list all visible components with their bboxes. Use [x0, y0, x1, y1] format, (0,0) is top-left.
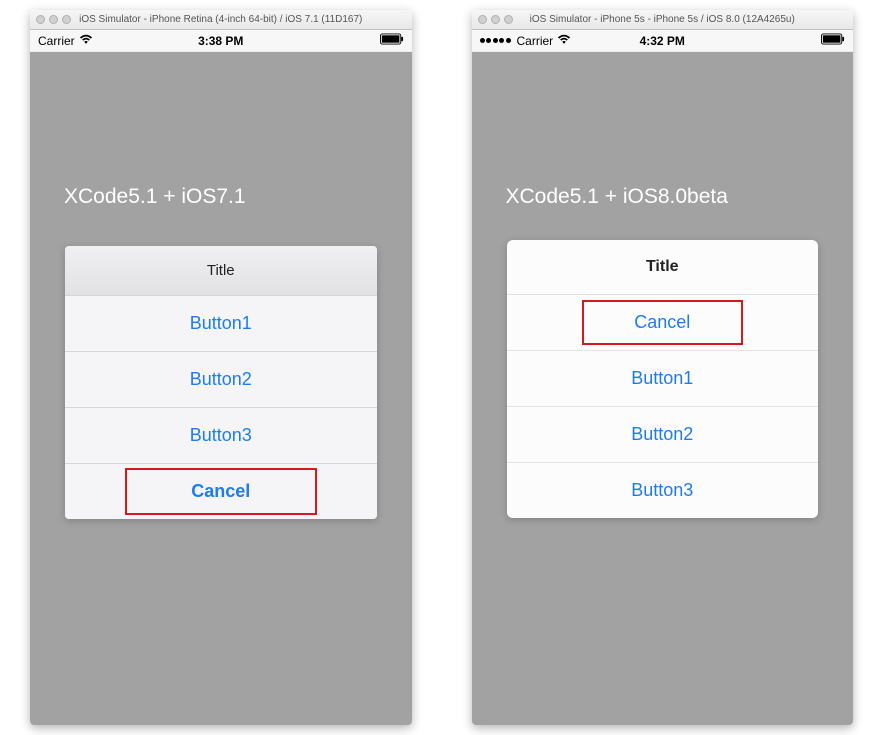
sheet-button-1[interactable]: Button1: [65, 296, 377, 352]
time-label: 3:38 PM: [198, 34, 243, 48]
carrier-label: Carrier: [517, 34, 554, 48]
carrier-label: Carrier: [38, 34, 75, 48]
close-window-button[interactable]: [36, 15, 45, 24]
status-right: [821, 33, 845, 48]
traffic-lights[interactable]: [36, 15, 71, 24]
minimize-window-button[interactable]: [49, 15, 58, 24]
zoom-window-button[interactable]: [504, 15, 513, 24]
simulator-window-ios8: iOS Simulator - iPhone 5s - iPhone 5s / …: [472, 10, 854, 725]
sheet-button-3[interactable]: Button3: [65, 408, 377, 464]
status-bar: Carrier 4:32 PM: [472, 30, 854, 52]
action-sheet: Title Cancel Button1 Button2 Button3: [507, 240, 819, 518]
window-title: iOS Simulator - iPhone 5s - iPhone 5s / …: [530, 14, 795, 25]
sheet-button-1[interactable]: Button1: [507, 351, 819, 407]
phone-screen: Carrier 3:38 PM XCode5.1 + iOS7.1 Title …: [30, 30, 412, 725]
cancel-label: Cancel: [634, 312, 690, 332]
status-left: Carrier: [480, 34, 572, 48]
simulator-window-ios7: iOS Simulator - iPhone Retina (4-inch 64…: [30, 10, 412, 725]
sheet-button-2[interactable]: Button2: [507, 407, 819, 463]
wifi-icon: [557, 34, 571, 48]
overlay-caption: XCode5.1 + iOS7.1: [64, 185, 246, 209]
sheet-cancel-button[interactable]: Cancel: [507, 295, 819, 351]
sheet-title: Title: [65, 246, 377, 296]
action-sheet: Title Button1 Button2 Button3 Cancel: [65, 246, 377, 519]
sheet-button-2[interactable]: Button2: [65, 352, 377, 408]
window-titlebar[interactable]: iOS Simulator - iPhone 5s - iPhone 5s / …: [472, 10, 854, 30]
close-window-button[interactable]: [478, 15, 487, 24]
time-label: 4:32 PM: [640, 34, 685, 48]
window-title: iOS Simulator - iPhone Retina (4-inch 64…: [79, 14, 362, 25]
window-titlebar[interactable]: iOS Simulator - iPhone Retina (4-inch 64…: [30, 10, 412, 30]
zoom-window-button[interactable]: [62, 15, 71, 24]
status-right: [380, 33, 404, 48]
signal-strength-icon: [480, 38, 511, 43]
overlay-caption: XCode5.1 + iOS8.0beta: [506, 185, 728, 209]
phone-screen: Carrier 4:32 PM XCode5.1 + iOS8.0beta Ti…: [472, 30, 854, 725]
wifi-icon: [79, 34, 93, 48]
status-left: Carrier: [38, 34, 93, 48]
sheet-cancel-button[interactable]: Cancel: [65, 464, 377, 519]
sheet-button-3[interactable]: Button3: [507, 463, 819, 518]
battery-icon: [821, 33, 845, 48]
minimize-window-button[interactable]: [491, 15, 500, 24]
cancel-label: Cancel: [191, 481, 250, 501]
status-bar: Carrier 3:38 PM: [30, 30, 412, 52]
battery-icon: [380, 33, 404, 48]
traffic-lights[interactable]: [478, 15, 513, 24]
sheet-title: Title: [507, 240, 819, 295]
